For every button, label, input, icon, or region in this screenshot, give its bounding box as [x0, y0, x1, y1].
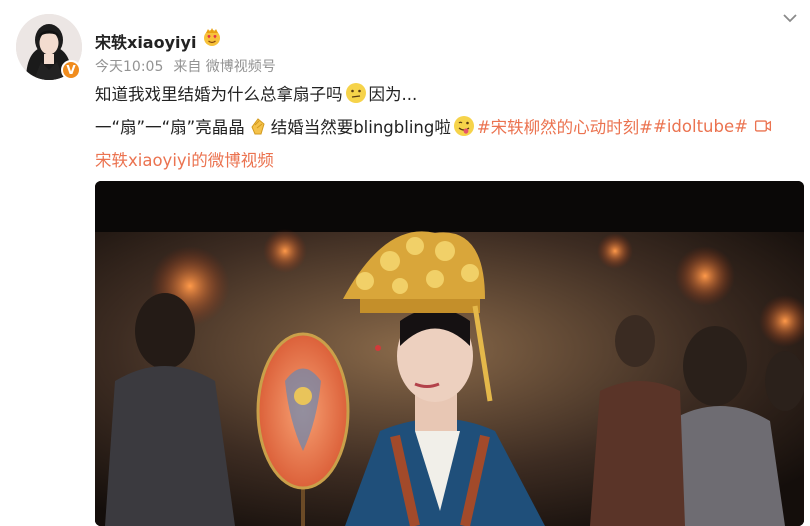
hashtag-link-1[interactable]: #宋轶柳然的心动时刻#: [477, 114, 653, 138]
tongue-emoji-icon: [453, 116, 474, 136]
post-text-line-2: 一“扇”一“扇”亮晶晶 结婚当然要blingbling啦 #宋轶柳然的心动时刻#…: [95, 114, 774, 138]
video-player[interactable]: [95, 181, 804, 526]
video-link-icon[interactable]: [754, 117, 772, 135]
chevron-down-icon[interactable]: [780, 8, 800, 28]
verified-badge: V: [61, 60, 81, 80]
crown-heart-eyes-icon: [204, 28, 220, 46]
post-text-2a: 一“扇”一“扇”亮晶晶: [95, 118, 245, 137]
username-link[interactable]: 宋轶xiaoyiyi: [95, 29, 196, 53]
post-source[interactable]: 来自 微博视频号: [173, 56, 275, 76]
post-text-2b: 结婚当然要blingbling啦: [270, 118, 451, 137]
clap-emoji-icon: [251, 118, 265, 135]
post-text-line-1: 知道我戏里结婚为什么总拿扇子吗 因为...: [95, 81, 417, 105]
post-text-1a: 知道我戏里结婚为什么总拿扇子吗: [95, 85, 343, 104]
post-text-1b: 因为...: [368, 85, 418, 104]
video-frame: [95, 181, 804, 526]
thinking-emoji-icon: [345, 83, 366, 103]
hashtag-link-2[interactable]: #idoltube#: [653, 117, 748, 136]
video-link[interactable]: 宋轶xiaoyiyi的微博视频: [95, 147, 274, 171]
post-time[interactable]: 今天10:05: [95, 56, 163, 76]
